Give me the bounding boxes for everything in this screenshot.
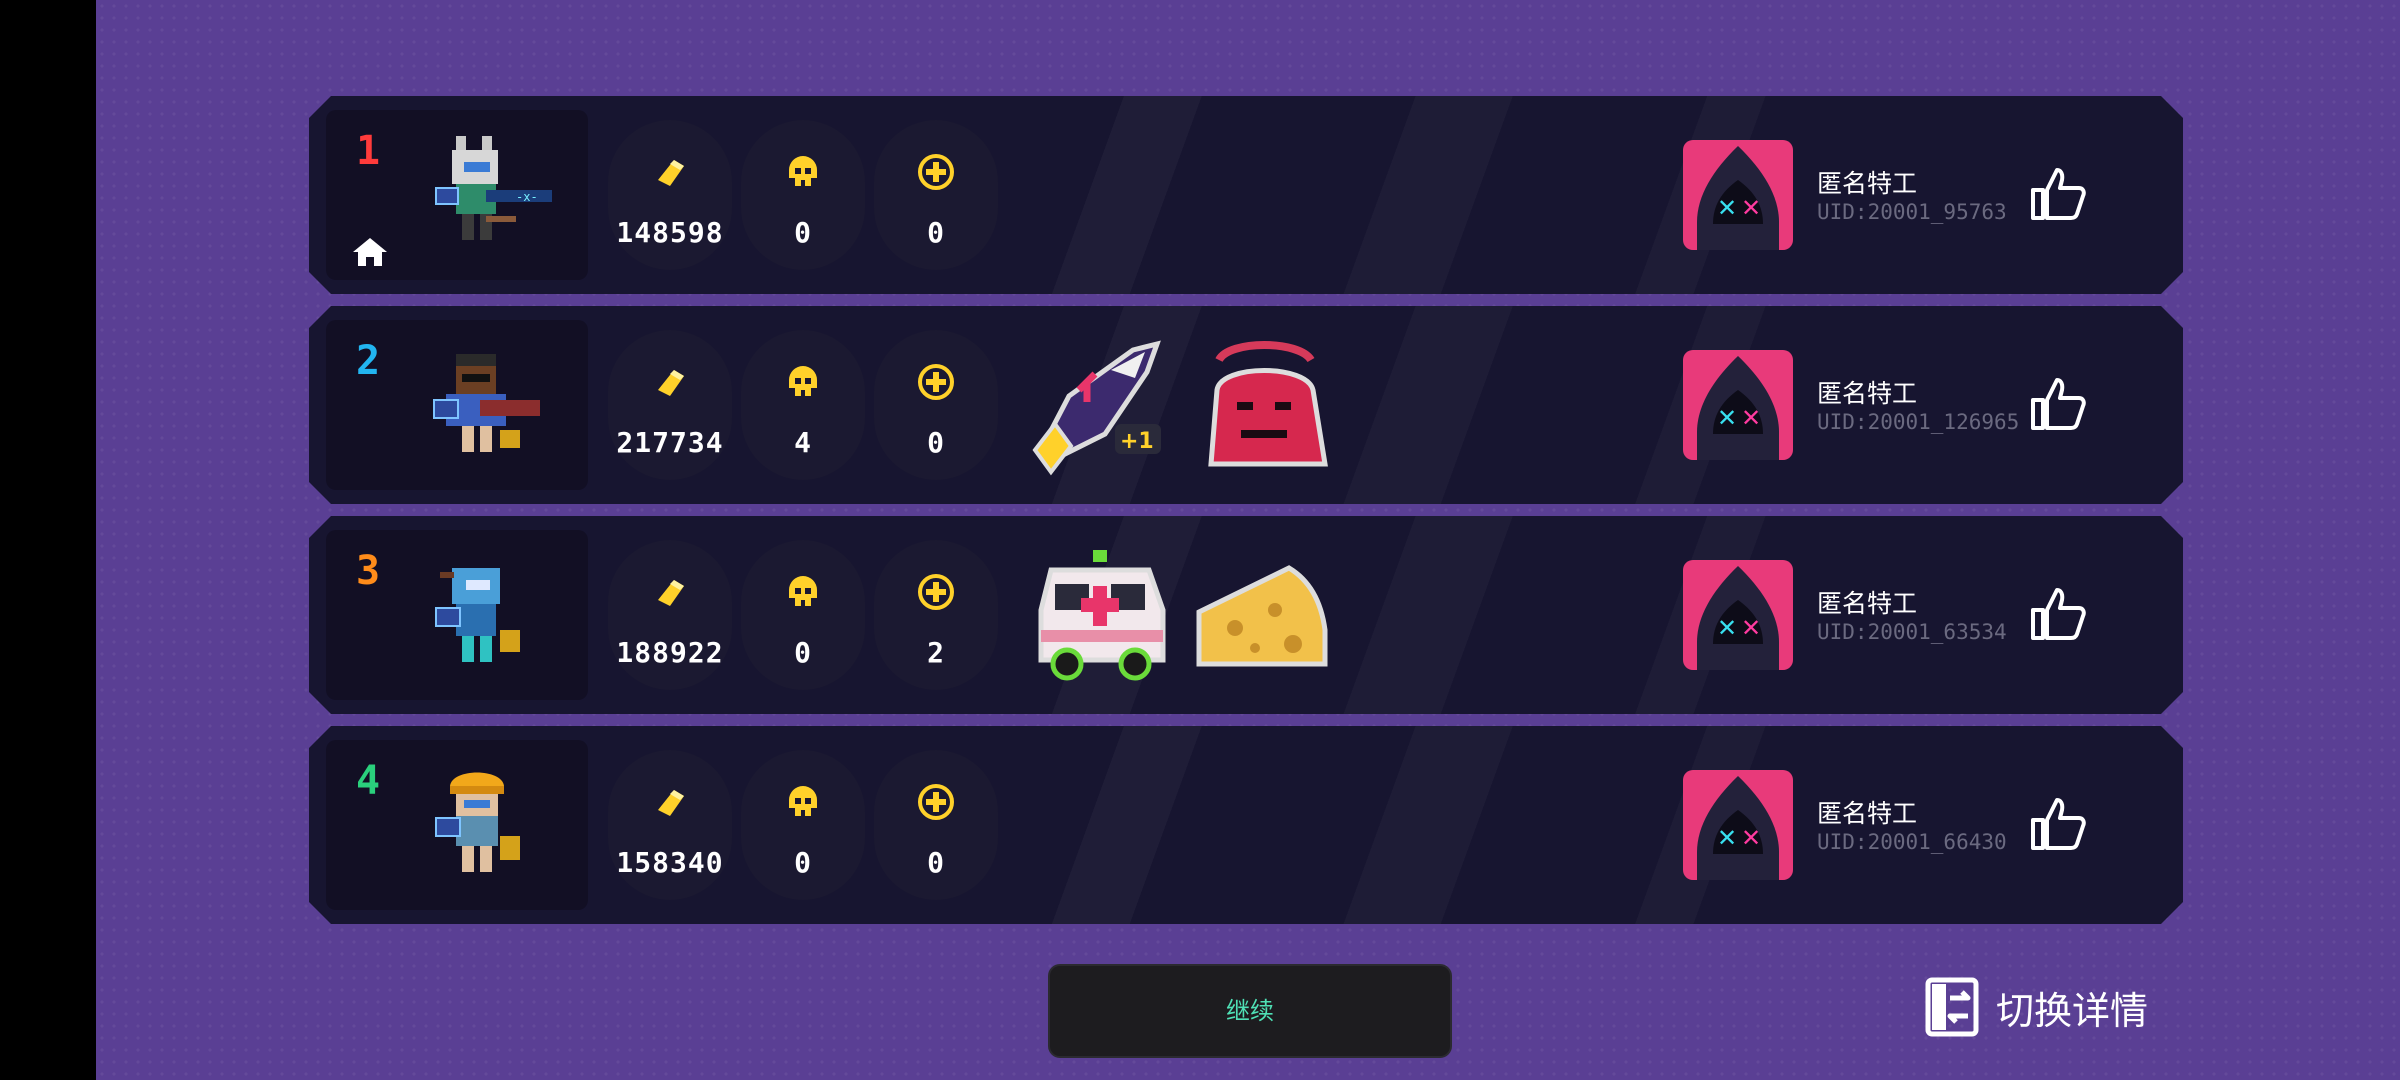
switch-details-label: 切换详情 — [1996, 988, 2149, 1033]
character-box: 2 — [326, 320, 588, 490]
continue-button[interactable]: 继续 — [1048, 964, 1452, 1058]
skull-icon — [783, 152, 823, 192]
kills-value: 0 — [794, 846, 812, 879]
red-demon-icon — [1189, 330, 1339, 480]
player-avatar[interactable]: ✕ ✕ — [1683, 140, 1793, 250]
gold-bullet-icon — [650, 152, 690, 192]
game-screen: 1 -x- 148598 0 0 ✕ ✕ 匿名特工 UID:20001_9576… — [96, 0, 2400, 1080]
revive-plus-icon — [916, 782, 956, 822]
rank-number: 1 — [356, 128, 381, 174]
player-row-2: 2 217734 4 0 +1 ✕ ✕ 匿名特工 UID:20001_12696… — [309, 306, 2183, 504]
kills-value: 0 — [794, 216, 812, 249]
player-row-4: 4 158340 0 0 ✕ ✕ 匿名特工 UID:20001_66430 — [309, 726, 2183, 924]
kills-stat: 4 — [741, 330, 865, 480]
gold-value: 217734 — [616, 426, 724, 459]
svg-text:✕: ✕ — [1717, 824, 1737, 852]
gunner-icon — [416, 340, 556, 470]
gold-value: 148598 — [616, 216, 724, 249]
svg-text:✕: ✕ — [1717, 404, 1737, 432]
player-uid: UID:20001_126965 — [1817, 410, 2020, 434]
skull-icon — [783, 362, 823, 402]
player-avatar[interactable]: ✕ ✕ — [1683, 350, 1793, 460]
character-box: 1 -x- — [326, 110, 588, 280]
hooded-agent-icon: ✕ ✕ — [1683, 350, 1793, 460]
results-board: 1 -x- 148598 0 0 ✕ ✕ 匿名特工 UID:20001_9576… — [309, 96, 2183, 936]
thumbs-up-icon[interactable] — [2027, 372, 2089, 434]
host-home-icon — [351, 236, 389, 268]
skull-icon — [783, 782, 823, 822]
gold-value: 158340 — [616, 846, 724, 879]
gold-bullet-icon — [650, 362, 690, 402]
hooded-agent-icon: ✕ ✕ — [1683, 560, 1793, 670]
svg-text:-x-: -x- — [516, 190, 538, 204]
kills-stat: 0 — [741, 120, 865, 270]
revive-value: 2 — [927, 636, 945, 669]
svg-text:✕: ✕ — [1717, 194, 1737, 222]
revive-stat: 0 — [874, 750, 998, 900]
switch-details-button[interactable]: 切换详情 — [1924, 974, 2148, 1040]
gold-stat: 217734 — [608, 330, 732, 480]
gold-value: 188922 — [616, 636, 724, 669]
blue-elf-icon — [416, 550, 556, 680]
revive-plus-icon — [916, 362, 956, 402]
gold-stat: 188922 — [608, 540, 732, 690]
revive-plus-icon — [916, 572, 956, 612]
kills-value: 4 — [794, 426, 812, 459]
revive-value: 0 — [927, 846, 945, 879]
player-row-3: 3 188922 0 2 ✕ ✕ 匿名特工 UID:20001_63534 — [309, 516, 2183, 714]
revive-value: 0 — [927, 216, 945, 249]
engineer-icon — [416, 760, 556, 890]
svg-text:+1: +1 — [1120, 429, 1154, 454]
gold-bullet-icon — [650, 572, 690, 612]
kills-stat: 0 — [741, 750, 865, 900]
player-avatar[interactable]: ✕ ✕ — [1683, 560, 1793, 670]
revive-stat: 0 — [874, 330, 998, 480]
thumbs-up-icon[interactable] — [2027, 582, 2089, 644]
player-name: 匿名特工 — [1817, 799, 1918, 828]
player-name: 匿名特工 — [1817, 379, 1918, 408]
player-avatar[interactable]: ✕ ✕ — [1683, 770, 1793, 880]
kills-value: 0 — [794, 636, 812, 669]
player-uid: UID:20001_66430 — [1817, 830, 2007, 854]
svg-text:✕: ✕ — [1741, 194, 1761, 222]
shark-rocket-plus1-icon: +1 — [1025, 330, 1175, 480]
rank-number: 2 — [356, 338, 381, 384]
gold-stat: 148598 — [608, 120, 732, 270]
player-uid: UID:20001_63534 — [1817, 620, 2007, 644]
svg-text:✕: ✕ — [1741, 614, 1761, 642]
kills-stat: 0 — [741, 540, 865, 690]
player-row-1: 1 -x- 148598 0 0 ✕ ✕ 匿名特工 UID:20001_9576… — [309, 96, 2183, 294]
thumbs-up-icon[interactable] — [2027, 162, 2089, 224]
svg-text:✕: ✕ — [1717, 614, 1737, 642]
rank-number: 4 — [356, 758, 381, 804]
player-name: 匿名特工 — [1817, 589, 1918, 618]
character-box: 4 — [326, 740, 588, 910]
revive-stat: 2 — [874, 540, 998, 690]
switch-details-icon — [1925, 977, 1979, 1037]
character-box: 3 — [326, 530, 588, 700]
wolf-knight-icon: -x- — [416, 130, 556, 260]
ambulance-icon — [1025, 540, 1175, 690]
svg-text:✕: ✕ — [1741, 824, 1761, 852]
gold-bullet-icon — [650, 782, 690, 822]
rank-number: 3 — [356, 548, 381, 594]
hooded-agent-icon: ✕ ✕ — [1683, 140, 1793, 250]
cheese-icon — [1189, 540, 1339, 690]
hooded-agent-icon: ✕ ✕ — [1683, 770, 1793, 880]
player-uid: UID:20001_95763 — [1817, 200, 2007, 224]
player-name: 匿名特工 — [1817, 169, 1918, 198]
revive-value: 0 — [927, 426, 945, 459]
skull-icon — [783, 572, 823, 612]
svg-text:✕: ✕ — [1741, 404, 1761, 432]
revive-plus-icon — [916, 152, 956, 192]
thumbs-up-icon[interactable] — [2027, 792, 2089, 854]
gold-stat: 158340 — [608, 750, 732, 900]
revive-stat: 0 — [874, 120, 998, 270]
